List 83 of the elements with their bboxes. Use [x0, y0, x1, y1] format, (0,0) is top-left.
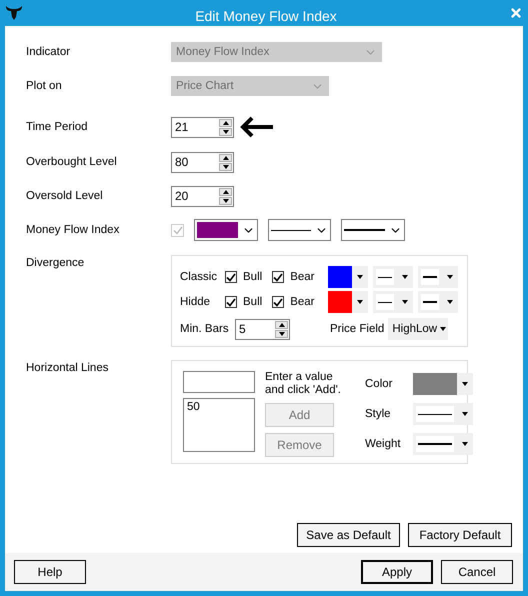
window-title: Edit Money Flow Index — [195, 7, 337, 24]
dropdown-arrow-icon — [462, 442, 468, 446]
values-list[interactable]: 50 — [183, 398, 255, 452]
spin-field[interactable]: 20 — [171, 186, 234, 206]
dropdown-arrow-icon — [402, 275, 408, 279]
up-arrow-icon — [278, 322, 284, 326]
field-label: Oversold Level — [26, 190, 104, 202]
check-icon — [273, 298, 284, 306]
dialog-button[interactable]: Apply — [361, 560, 433, 584]
line-weight-dropdown[interactable] — [413, 433, 473, 455]
checkbox[interactable] — [272, 296, 284, 308]
up-arrow-icon — [222, 156, 228, 160]
dropdown-arrow-icon — [447, 300, 454, 304]
default-button[interactable]: Factory Default — [408, 523, 512, 547]
list-item[interactable]: 50 — [187, 401, 251, 413]
dropdown-arrow-icon — [357, 275, 364, 279]
close-icon[interactable] — [509, 6, 523, 20]
color-dropdown[interactable] — [328, 291, 368, 313]
row-label: Classic — [180, 271, 218, 283]
help-button[interactable]: Help — [14, 560, 86, 584]
dropdown-arrow-icon — [462, 412, 468, 416]
line-style-dropdown[interactable] — [268, 219, 331, 241]
field-label: Plot on — [26, 80, 63, 92]
check-icon — [226, 298, 236, 306]
spin-up-button[interactable] — [219, 188, 232, 196]
field-label: Weight — [365, 438, 402, 450]
checkbox-label: Bear — [290, 296, 314, 308]
field-label: Divergence — [26, 257, 86, 269]
checkbox-label: Bear — [290, 271, 314, 283]
spin-up-button[interactable] — [219, 154, 232, 162]
field-label: Color — [365, 378, 394, 390]
dropdown-arrow-icon — [462, 382, 468, 386]
down-arrow-icon — [222, 164, 228, 168]
spin-field[interactable]: 21 — [171, 116, 234, 138]
dialog-button[interactable]: Cancel — [441, 560, 513, 584]
hint-text: Enter a value and click 'Add'. — [265, 371, 342, 397]
field-label: Min. Bars — [180, 323, 230, 335]
value-input-field[interactable] — [183, 371, 255, 393]
spin-down-button[interactable] — [219, 162, 232, 170]
spin-field[interactable]: 80 — [171, 152, 234, 172]
spin-up-button[interactable] — [219, 118, 232, 126]
dropdown-arrow-icon — [357, 300, 364, 304]
checkbox[interactable] — [225, 296, 237, 308]
checkbox[interactable] — [272, 271, 284, 283]
dropdown-arrow-icon — [447, 275, 454, 279]
line-style-dropdown[interactable] — [413, 403, 473, 425]
dropdown-arrow-icon — [440, 327, 446, 331]
check-icon — [273, 272, 284, 282]
row-label: Hidde — [180, 296, 212, 308]
color-dropdown[interactable] — [328, 266, 368, 288]
spin-down-button[interactable] — [219, 128, 232, 136]
down-arrow-icon — [278, 332, 284, 336]
color-dropdown[interactable] — [194, 219, 258, 241]
field-label: Money Flow Index — [26, 224, 120, 236]
spin-up-button[interactable] — [275, 320, 288, 328]
line-weight-dropdown[interactable] — [341, 219, 405, 241]
spin-field[interactable]: 5 — [235, 318, 290, 340]
checkbox-label: Bull — [243, 296, 262, 308]
default-button[interactable]: Save as Default — [297, 523, 400, 547]
line-weight-dropdown[interactable] — [418, 266, 458, 288]
down-arrow-icon — [222, 130, 228, 134]
field-label: Horizontal Lines — [26, 362, 110, 374]
check-icon — [226, 272, 236, 282]
checkbox-label: Bull — [243, 271, 262, 283]
line-weight-dropdown[interactable] — [418, 291, 458, 313]
spin-down-button[interactable] — [219, 196, 232, 204]
color-dropdown[interactable] — [413, 373, 473, 395]
price-field-dropdown[interactable]: HighLow — [388, 318, 448, 340]
checkbox[interactable] — [225, 271, 237, 283]
field-label: Time Period — [26, 121, 89, 133]
pointer-arrow-icon — [240, 116, 274, 138]
spin-down-button[interactable] — [275, 330, 288, 338]
field-label: Price Field — [330, 323, 384, 335]
bull-logo-icon — [5, 5, 23, 21]
line-style-dropdown[interactable] — [373, 291, 414, 313]
line-style-dropdown[interactable] — [373, 266, 414, 288]
field-label: Indicator — [26, 46, 72, 58]
down-arrow-icon — [222, 198, 228, 202]
dropdown-arrow-icon — [402, 300, 408, 304]
field-label: Overbought Level — [26, 156, 118, 168]
up-arrow-icon — [222, 190, 228, 194]
field-label: Style — [365, 408, 392, 420]
up-arrow-icon — [222, 120, 228, 124]
